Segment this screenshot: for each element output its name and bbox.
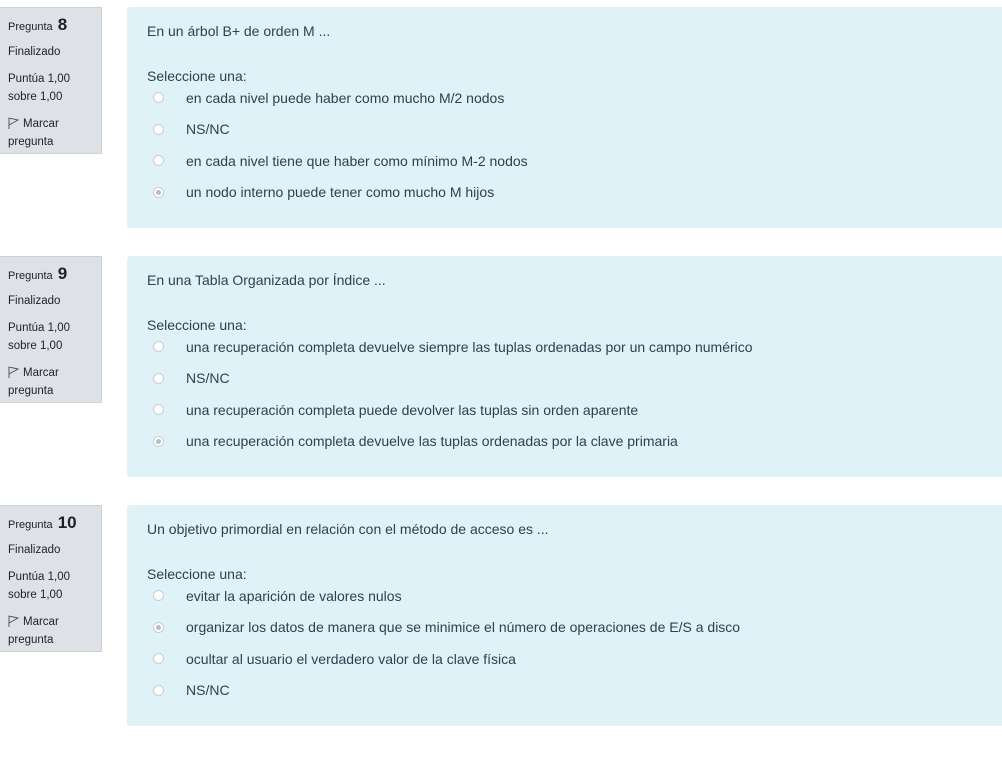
question-number: Pregunta 10: [8, 514, 101, 534]
flag-question-button[interactable]: Marcar pregunta: [8, 613, 101, 649]
flag-label: Marcar: [23, 616, 59, 628]
question-8: Pregunta 8 Finalizado Puntúa 1,00 sobre 1…: [0, 7, 1002, 229]
question-text: En una Tabla Organizada por Índice ...: [147, 272, 386, 288]
radio-unchecked[interactable]: [153, 341, 164, 353]
answer-list: en cada nivel puede haber como mucho M/2…: [147, 82, 982, 208]
question-label: Pregunta: [8, 519, 53, 531]
answer-label: NS/NC: [186, 370, 230, 387]
answer-option[interactable]: NS/NC: [147, 363, 982, 395]
answer-option[interactable]: NS/NC: [147, 675, 982, 707]
question-number-value: 10: [57, 513, 77, 532]
radio-unchecked[interactable]: [153, 684, 164, 696]
answer-list: evitar la aparición de valores nulos orga…: [147, 580, 982, 706]
question-state: Finalizado: [8, 544, 61, 556]
question-content: Un objetivo primordial en relación con e…: [127, 505, 1002, 726]
question-grade: Puntúa 1,00 sobre 1,00: [8, 319, 101, 355]
flag-icon: [8, 615, 20, 627]
radio-unchecked[interactable]: [153, 653, 164, 665]
answer-option[interactable]: NS/NC: [147, 114, 982, 146]
question-text: En un árbol B+ de orden M ...: [147, 23, 331, 39]
answer-option[interactable]: ocultar al usuario el verdadero valor de…: [147, 643, 982, 675]
question-number: Pregunta 8: [8, 16, 101, 36]
question-content: En una Tabla Organizada por Índice ... S…: [127, 256, 1002, 477]
flag-label-2: pregunta: [8, 136, 54, 148]
flag-question-button[interactable]: Marcar pregunta: [8, 115, 101, 151]
answer-option[interactable]: una recuperación completa devuelve siemp…: [147, 331, 982, 363]
question-label: Pregunta: [8, 270, 53, 282]
answer-option[interactable]: una recuperación completa devuelve las t…: [147, 426, 982, 458]
answer-label: en cada nivel puede haber como mucho M/2…: [186, 89, 505, 106]
grade-max: sobre 1,00: [8, 589, 63, 601]
question-state: Finalizado: [8, 46, 61, 58]
grade-max: sobre 1,00: [8, 340, 63, 352]
question-grade: Puntúa 1,00 sobre 1,00: [8, 70, 101, 106]
answer-label: evitar la aparición de valores nulos: [186, 587, 402, 604]
answer-option[interactable]: evitar la aparición de valores nulos: [147, 580, 982, 612]
grade-line: Puntúa 1,00: [8, 571, 71, 583]
grade-line: Puntúa 1,00: [8, 322, 71, 334]
answer-label: una recuperación completa devuelve siemp…: [186, 338, 753, 355]
question-content: En un árbol B+ de orden M ... Seleccione…: [127, 7, 1002, 228]
radio-unchecked[interactable]: [153, 155, 164, 167]
radio-unchecked[interactable]: [153, 92, 164, 104]
question-info: Pregunta 8 Finalizado Puntúa 1,00 sobre 1…: [0, 7, 102, 154]
question-info: Pregunta 10 Finalizado Puntúa 1,00 sobre …: [0, 505, 102, 652]
flag-label: Marcar: [23, 118, 59, 130]
radio-checked[interactable]: [153, 435, 164, 447]
question-9: Pregunta 9 Finalizado Puntúa 1,00 sobre 1…: [0, 256, 1002, 478]
answer-label: organizar los datos de manera que se min…: [186, 619, 741, 636]
answer-label: un nodo interno puede tener como mucho M…: [186, 184, 495, 201]
radio-unchecked[interactable]: [153, 372, 164, 384]
question-state: Finalizado: [8, 295, 61, 307]
grade-max: sobre 1,00: [8, 91, 63, 103]
answer-label: una recuperación completa puede devolver…: [186, 401, 639, 418]
flag-label-2: pregunta: [8, 385, 54, 397]
answer-label: en cada nivel tiene que haber como mínim…: [186, 152, 528, 169]
radio-unchecked[interactable]: [153, 404, 164, 416]
answer-option[interactable]: organizar los datos de manera que se min…: [147, 612, 982, 644]
question-label: Pregunta: [8, 21, 53, 33]
answer-list: una recuperación completa devuelve siemp…: [147, 331, 982, 457]
question-number: Pregunta 9: [8, 265, 101, 285]
answer-option[interactable]: un nodo interno puede tener como mucho M…: [147, 177, 982, 209]
flag-icon: [8, 117, 20, 129]
flag-question-button[interactable]: Marcar pregunta: [8, 364, 101, 400]
answer-option[interactable]: en cada nivel puede haber como mucho M/2…: [147, 82, 982, 114]
flag-label-2: pregunta: [8, 634, 54, 646]
question-info: Pregunta 9 Finalizado Puntúa 1,00 sobre 1…: [0, 256, 102, 403]
radio-checked[interactable]: [153, 621, 164, 633]
question-10: Pregunta 10 Finalizado Puntúa 1,00 sobre …: [0, 505, 1002, 727]
radio-unchecked[interactable]: [153, 590, 164, 602]
answer-label: ocultar al usuario el verdadero valor de…: [186, 650, 516, 667]
radio-unchecked[interactable]: [153, 123, 164, 135]
question-number-value: 8: [57, 15, 68, 34]
flag-icon: [8, 366, 20, 378]
answer-option[interactable]: una recuperación completa puede devolver…: [147, 394, 982, 426]
question-number-value: 9: [57, 264, 68, 283]
answer-label: una recuperación completa devuelve las t…: [186, 433, 678, 450]
answer-label: NS/NC: [186, 121, 230, 138]
question-grade: Puntúa 1,00 sobre 1,00: [8, 568, 101, 604]
grade-line: Puntúa 1,00: [8, 73, 71, 85]
question-text: Un objetivo primordial en relación con e…: [147, 521, 549, 537]
answer-option[interactable]: en cada nivel tiene que haber como mínim…: [147, 145, 982, 177]
answer-label: NS/NC: [186, 682, 230, 699]
flag-label: Marcar: [23, 367, 59, 379]
radio-checked[interactable]: [153, 186, 164, 198]
